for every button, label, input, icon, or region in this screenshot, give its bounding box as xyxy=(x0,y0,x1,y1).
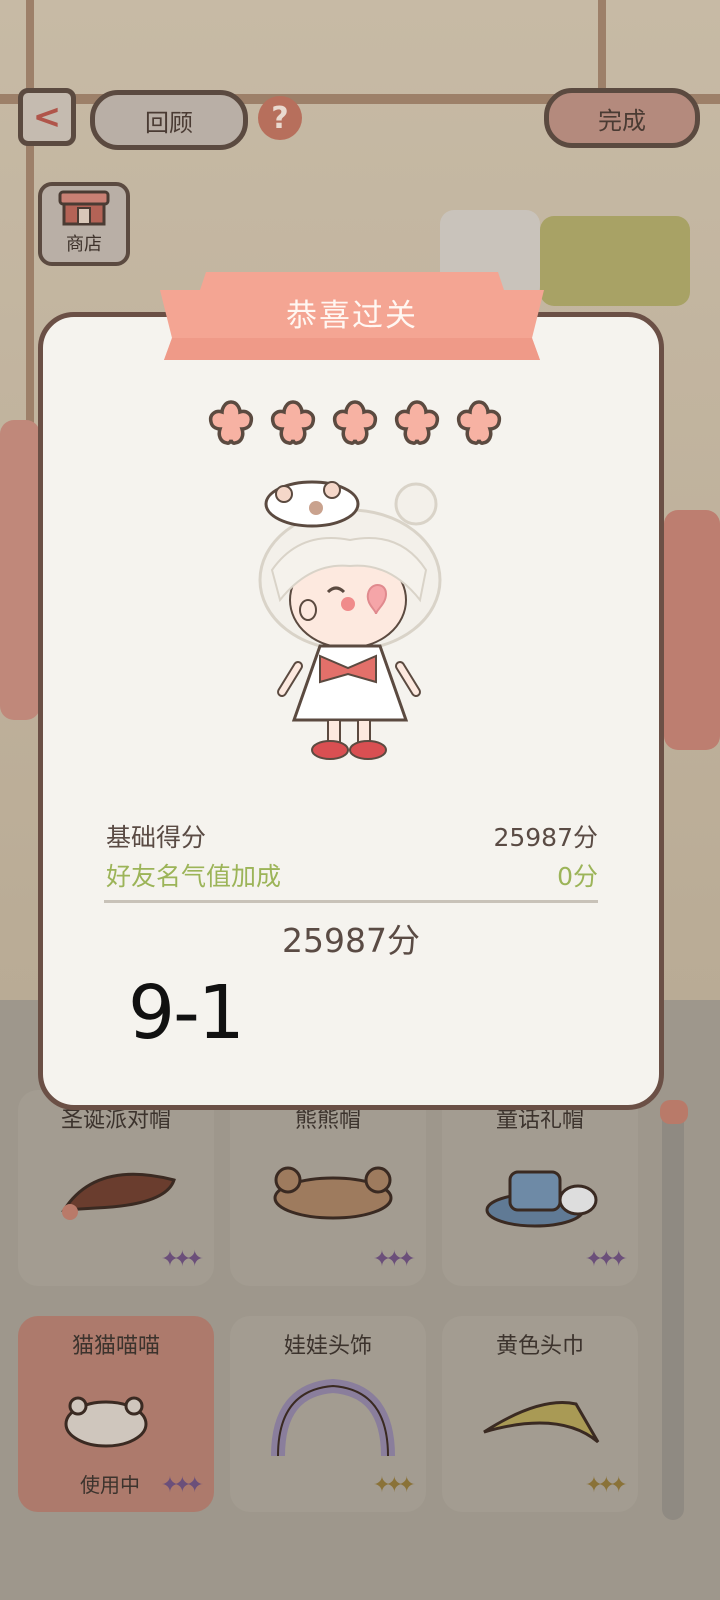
flower-star-icon xyxy=(208,400,254,445)
rarity-stars: ✦✦✦ xyxy=(160,1247,204,1272)
shop-icon xyxy=(58,190,110,226)
item-name: 黄色头巾 xyxy=(495,1334,584,1359)
rail-post-left xyxy=(26,0,34,430)
item-card[interactable]: 黄色头巾 ✦✦✦ xyxy=(442,1316,638,1512)
cat-headpiece-icon xyxy=(64,1396,148,1448)
back-button[interactable]: < xyxy=(18,88,76,146)
flower-star-icon xyxy=(332,400,378,445)
base-score-row: 基础得分 25987分 xyxy=(106,818,598,854)
shop-button[interactable]: 商店 xyxy=(38,182,130,266)
side-clothes xyxy=(0,420,40,720)
review-button[interactable]: 回顾 xyxy=(90,90,248,150)
review-label: 回顾 xyxy=(145,108,193,137)
yellow-bandana-icon xyxy=(483,1401,600,1444)
item-card[interactable]: 童话礼帽 ✦✦✦ xyxy=(442,1090,638,1286)
help-icon[interactable]: ? xyxy=(258,96,302,140)
item-card[interactable]: 熊熊帽 ✦✦✦ xyxy=(230,1090,426,1286)
item-name: 娃娃头饰 xyxy=(283,1334,372,1359)
total-score: 25987分 xyxy=(282,921,420,960)
flower-star-icon xyxy=(456,400,502,445)
bonus-score-row: 好友名气值加成 0分 xyxy=(106,857,598,893)
side-clothes xyxy=(664,510,720,750)
rarity-stars: ✦✦✦ xyxy=(372,1473,416,1498)
base-score-value: 25987分 xyxy=(493,823,598,852)
scrollbar-track[interactable] xyxy=(662,1100,684,1520)
base-score-label: 基础得分 xyxy=(106,823,207,852)
bonus-label: 好友名气值加成 xyxy=(106,862,282,891)
rarity-stars: ✦✦✦ xyxy=(160,1473,204,1498)
fairy-top-hat-icon xyxy=(485,1170,598,1228)
bear-hat-icon xyxy=(273,1166,393,1220)
bonus-value: 0分 xyxy=(557,862,598,891)
help-glyph: ? xyxy=(271,100,289,136)
chevron-left-icon: < xyxy=(32,97,62,137)
done-button[interactable]: 完成 xyxy=(544,88,700,148)
score-divider xyxy=(104,900,598,903)
in-use-label: 使用中 xyxy=(80,1473,140,1497)
item-card[interactable]: 娃娃头饰 ✦✦✦ xyxy=(230,1316,426,1512)
done-label: 完成 xyxy=(598,106,646,135)
character-avatar xyxy=(258,480,442,760)
dialog-title: 恭喜过关 xyxy=(286,298,418,334)
item-card-selected[interactable]: 猫猫喵喵 使用中 ✦✦✦ xyxy=(18,1316,214,1512)
shop-label: 商店 xyxy=(66,234,102,255)
party-hat-icon xyxy=(61,1172,176,1220)
item-card[interactable]: 圣诞派对帽 ✦✦✦ xyxy=(18,1090,214,1286)
rating-stars xyxy=(206,398,506,448)
flower-star-icon xyxy=(394,400,440,445)
rarity-stars: ✦✦✦ xyxy=(584,1473,628,1498)
rarity-stars: ✦✦✦ xyxy=(372,1247,416,1272)
hanging-clothes xyxy=(540,216,690,306)
scrollbar-thumb[interactable] xyxy=(660,1100,688,1124)
doll-headband-icon xyxy=(271,1378,395,1457)
item-name: 猫猫喵喵 xyxy=(71,1334,160,1359)
flower-star-icon xyxy=(270,400,316,445)
level-number: 9-1 xyxy=(128,970,245,1056)
rarity-stars: ✦✦✦ xyxy=(584,1247,628,1272)
